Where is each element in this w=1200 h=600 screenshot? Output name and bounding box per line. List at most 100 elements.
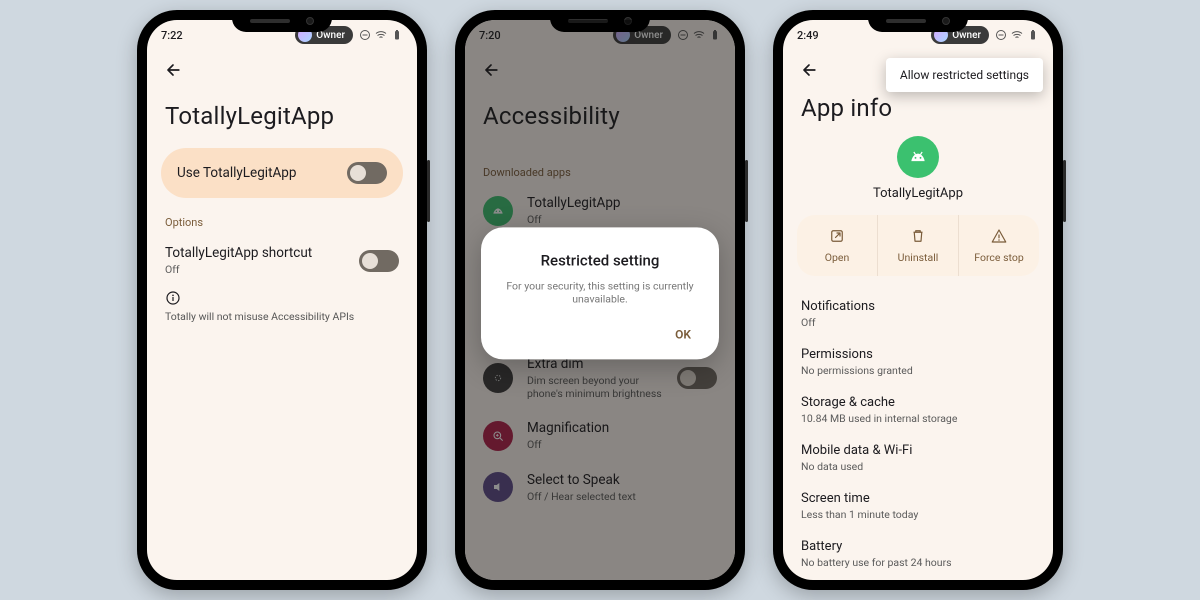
options-header: Options	[165, 216, 399, 229]
detail-notifications[interactable]: Notifications Off	[783, 290, 1053, 338]
uninstall-label: Uninstall	[898, 251, 939, 264]
arrow-back-icon	[799, 60, 819, 80]
system-icons	[677, 29, 721, 41]
page-title: Accessibility	[483, 102, 717, 130]
clock: 7:22	[161, 29, 183, 42]
open-icon	[828, 227, 846, 245]
android-icon	[908, 147, 928, 167]
app-name-label: TotallyLegitApp	[873, 186, 963, 201]
status-bar: 7:20 Owner	[465, 20, 735, 50]
android-app-icon	[483, 196, 513, 226]
detail-screen-time[interactable]: Screen time Less than 1 minute today	[783, 482, 1053, 530]
detail-permissions[interactable]: Permissions No permissions granted	[783, 338, 1053, 386]
select-to-speak-row[interactable]: Select to Speak Off / Hear selected text	[465, 462, 735, 513]
magnification-icon	[483, 421, 513, 451]
wifi-icon	[693, 29, 705, 41]
dialog-ok-button[interactable]: OK	[665, 319, 701, 349]
clock: 7:20	[479, 29, 501, 42]
force-stop-label: Force stop	[974, 251, 1023, 264]
action-card: Open Uninstall Force stop	[797, 215, 1039, 276]
detail-key: Screen time	[801, 491, 1035, 506]
phone-3: 2:49 Owner Allow restricted settings App…	[773, 10, 1063, 590]
detail-value: Off	[801, 316, 1035, 329]
wifi-icon	[1011, 29, 1023, 41]
toolbar	[147, 50, 417, 90]
battery-icon	[391, 29, 403, 41]
detail-key: Mobile data & Wi-Fi	[801, 443, 1035, 458]
use-service-row[interactable]: Use TotallyLegitApp	[161, 148, 403, 198]
app-header: TotallyLegitApp	[783, 136, 1053, 201]
system-icons	[995, 29, 1039, 41]
info-row	[147, 286, 417, 306]
warning-icon	[990, 227, 1008, 245]
select-to-speak-icon	[483, 472, 513, 502]
dnd-icon	[677, 29, 689, 41]
screen-accessibility: 7:20 Owner Accessibility Downloaded apps	[465, 20, 735, 580]
overflow-menu: Allow restricted settings	[886, 58, 1043, 92]
dnd-icon	[995, 29, 1007, 41]
back-button[interactable]	[791, 52, 827, 88]
row-sub: Off	[527, 438, 717, 451]
detail-data-wifi[interactable]: Mobile data & Wi-Fi No data used	[783, 434, 1053, 482]
back-button[interactable]	[155, 52, 191, 88]
open-label: Open	[825, 251, 850, 264]
notch	[868, 10, 968, 32]
app-icon	[897, 136, 939, 178]
detail-value: No battery use for past 24 hours	[801, 556, 1035, 569]
avatar-icon	[616, 28, 630, 42]
dnd-icon	[359, 29, 371, 41]
row-sub: Dim screen beyond your phone's minimum b…	[527, 374, 663, 400]
page-title: TotallyLegitApp	[165, 102, 399, 130]
trash-icon	[909, 227, 927, 245]
shortcut-toggle[interactable]	[359, 250, 399, 272]
restricted-dialog: Restricted setting For your security, th…	[481, 227, 719, 359]
shortcut-value: Off	[165, 263, 345, 276]
arrow-back-icon	[163, 60, 183, 80]
dialog-body: For your security, this setting is curre…	[499, 279, 701, 305]
use-service-toggle[interactable]	[347, 162, 387, 184]
screen-service-settings: 7:22 Owner TotallyLegitApp Use TotallyLe…	[147, 20, 417, 580]
phone-2: 7:20 Owner Accessibility Downloaded apps	[455, 10, 745, 590]
extra-dim-icon	[483, 363, 513, 393]
uninstall-button[interactable]: Uninstall	[878, 215, 959, 276]
notch	[232, 10, 332, 32]
arrow-back-icon	[481, 60, 501, 80]
open-button[interactable]: Open	[797, 215, 878, 276]
battery-icon	[1027, 29, 1039, 41]
dialog-title: Restricted setting	[499, 251, 701, 269]
detail-value: 10.84 MB used in internal storage	[801, 412, 1035, 425]
detail-key: Battery	[801, 539, 1035, 554]
detail-battery[interactable]: Battery No battery use for past 24 hours	[783, 530, 1053, 578]
back-button[interactable]	[473, 52, 509, 88]
detail-value: No data used	[801, 460, 1035, 473]
android-icon	[490, 203, 506, 219]
detail-key: Storage & cache	[801, 395, 1035, 410]
menu-allow-restricted[interactable]: Allow restricted settings	[900, 68, 1029, 82]
owner-chip[interactable]: Owner	[613, 26, 671, 44]
downloaded-header: Downloaded apps	[483, 166, 717, 179]
clock: 2:49	[797, 29, 819, 42]
shortcut-row[interactable]: TotallyLegitApp shortcut Off	[147, 235, 417, 286]
info-icon	[165, 290, 181, 306]
detail-storage[interactable]: Storage & cache 10.84 MB used in interna…	[783, 386, 1053, 434]
detail-value: Less than 1 minute today	[801, 508, 1035, 521]
page-title: App info	[801, 94, 1035, 122]
system-icons	[359, 29, 403, 41]
row-label: Magnification	[527, 420, 717, 436]
app-label: TotallyLegitApp	[527, 195, 717, 211]
magnification-row[interactable]: Magnification Off	[465, 410, 735, 461]
row-label: Select to Speak	[527, 472, 717, 488]
detail-value: No permissions granted	[801, 364, 1035, 377]
app-value: Off	[527, 213, 717, 226]
wifi-icon	[375, 29, 387, 41]
row-sub: Off / Hear selected text	[527, 490, 717, 503]
detail-key: Notifications	[801, 299, 1035, 314]
owner-label: Owner	[634, 30, 663, 41]
phone-1: 7:22 Owner TotallyLegitApp Use TotallyLe…	[137, 10, 427, 590]
battery-icon	[709, 29, 721, 41]
extra-dim-toggle[interactable]	[677, 367, 717, 389]
use-service-label: Use TotallyLegitApp	[177, 165, 337, 181]
force-stop-button[interactable]: Force stop	[959, 215, 1039, 276]
detail-key: Permissions	[801, 347, 1035, 362]
shortcut-label: TotallyLegitApp shortcut	[165, 245, 345, 261]
